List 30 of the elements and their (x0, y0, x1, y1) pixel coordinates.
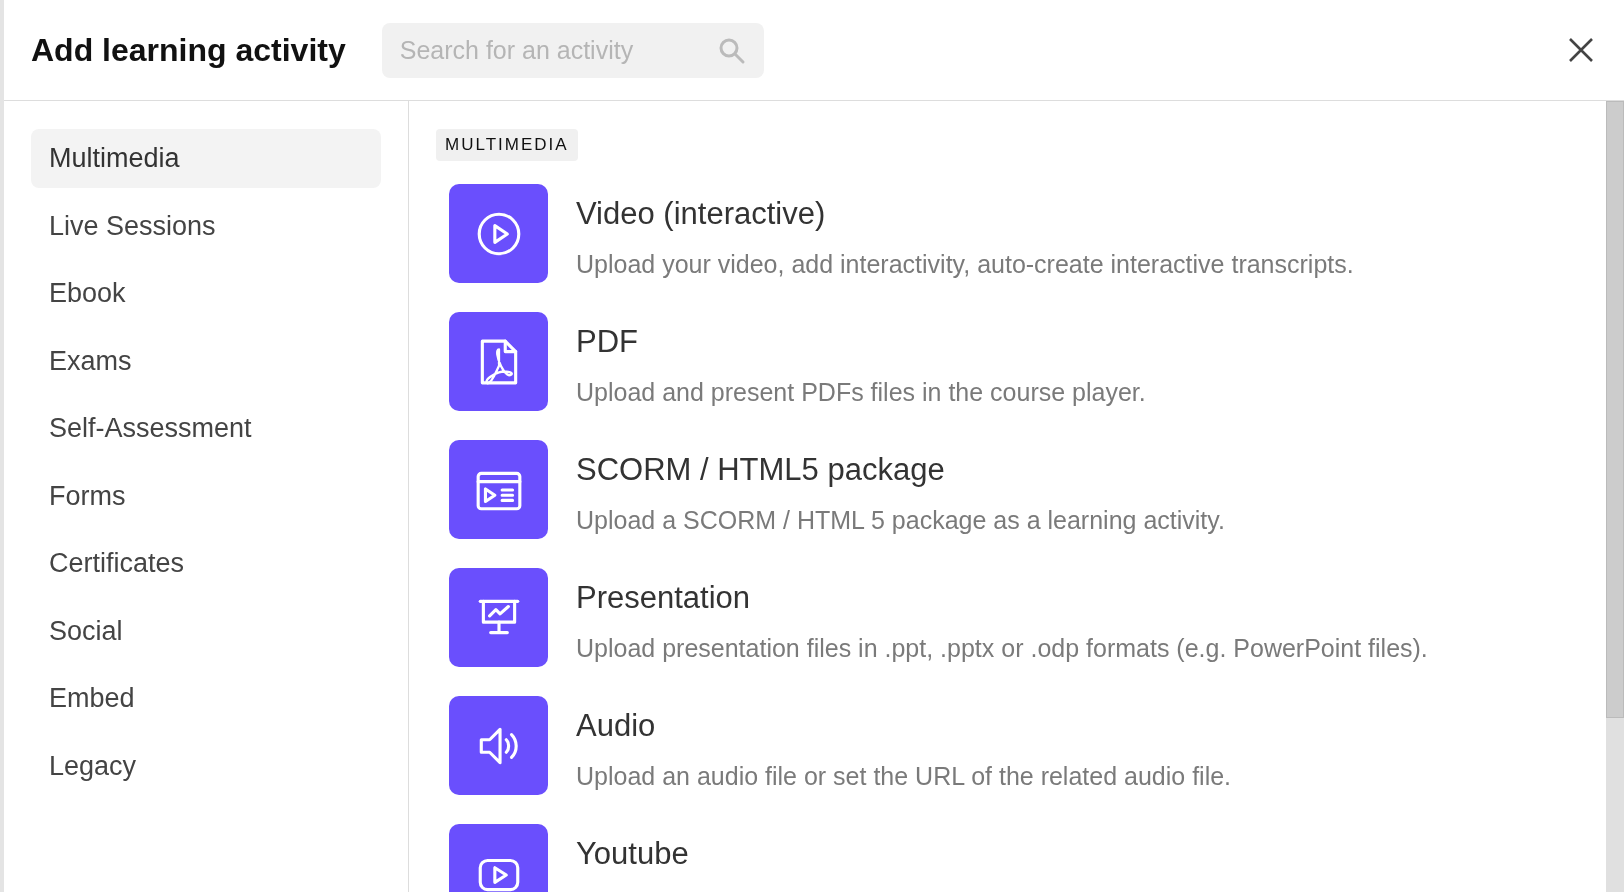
activity-title[interactable]: Presentation (576, 580, 1428, 616)
activity-description: Upload an audio file or set the URL of the related audio file. (576, 762, 1232, 791)
sidebar-item[interactable]: Multimedia (31, 129, 381, 188)
sidebar-item[interactable]: Social (31, 601, 381, 661)
activity-tile[interactable] (449, 696, 548, 795)
sidebar-item[interactable]: Exams (31, 331, 381, 391)
activity-title[interactable]: PDF (576, 324, 1146, 360)
activity-title[interactable]: Audio (576, 708, 1232, 744)
activity-tile[interactable] (449, 568, 548, 667)
activity-tile[interactable] (449, 312, 548, 411)
activity-title[interactable]: Youtube (576, 836, 689, 872)
scrollbar[interactable] (1606, 101, 1624, 892)
activity-description: Upload a SCORM / HTML 5 package as a learning activity. (576, 506, 1225, 535)
sidebar-item[interactable]: Ebook (31, 264, 381, 323)
sidebar-item[interactable]: Live Sessions (31, 196, 381, 256)
sidebar-item[interactable]: Legacy (31, 736, 381, 796)
sidebar-item[interactable]: Self-Assessment (31, 399, 381, 458)
activity-description: Upload and present PDFs files in the course player. (576, 378, 1146, 407)
activity-tile[interactable] (449, 440, 548, 539)
activity-tile[interactable] (449, 184, 548, 283)
sidebar-item[interactable]: Forms (31, 466, 381, 526)
activity-title[interactable]: Video (interactive) (576, 196, 1354, 232)
section-label: MULTIMEDIA (436, 129, 578, 161)
activity-title[interactable]: SCORM / HTML5 package (576, 452, 1225, 488)
search-field[interactable]: Search for an activity (381, 22, 764, 78)
activity-description: Upload presentation files in .ppt, .pptx or .odp formats (e.g. PowerPoint files). (576, 634, 1428, 663)
dialog-title: Add learning activity (31, 31, 346, 69)
sidebar-item[interactable]: Certificates (31, 534, 381, 593)
activity-description: Upload your video, add interactivity, auto-create interactive transcripts. (576, 250, 1354, 279)
sidebar-item[interactable]: Embed (31, 669, 381, 728)
